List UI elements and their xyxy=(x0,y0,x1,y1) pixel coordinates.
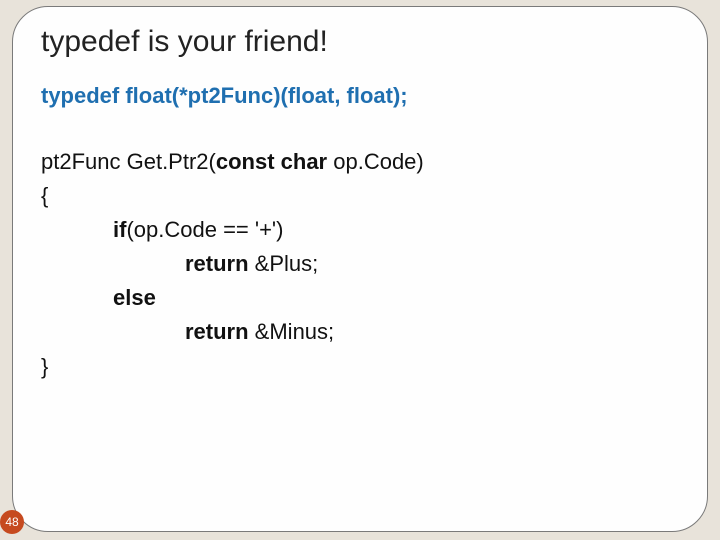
keyword-const-char: const char xyxy=(216,149,327,174)
keyword-return: return xyxy=(185,251,249,276)
keyword-else: else xyxy=(113,285,156,310)
code-text: op.Code) xyxy=(327,149,424,174)
keyword-return: return xyxy=(185,319,249,344)
slide-number-badge: 48 xyxy=(0,510,24,534)
slide-title: typedef is your friend! xyxy=(41,25,679,59)
code-block: pt2Func Get.Ptr2(const char op.Code) { i… xyxy=(41,145,679,384)
code-text: &Plus; xyxy=(249,251,319,276)
code-line-6: return &Minus; xyxy=(185,315,679,349)
code-line-4: return &Plus; xyxy=(185,247,679,281)
code-line-5: else xyxy=(113,281,679,315)
typedef-declaration: typedef float(*pt2Func)(float, float); xyxy=(41,83,679,109)
slide-card: typedef is your friend! typedef float(*p… xyxy=(12,6,708,532)
code-text: &Minus; xyxy=(249,319,335,344)
keyword-if: if xyxy=(113,217,126,242)
code-line-7: } xyxy=(41,350,679,384)
code-line-2: { xyxy=(41,179,679,213)
code-line-3: if(op.Code == '+') xyxy=(113,213,679,247)
code-line-1: pt2Func Get.Ptr2(const char op.Code) xyxy=(41,145,679,179)
code-text: pt2Func Get.Ptr2( xyxy=(41,149,216,174)
code-text: (op.Code == '+') xyxy=(126,217,283,242)
